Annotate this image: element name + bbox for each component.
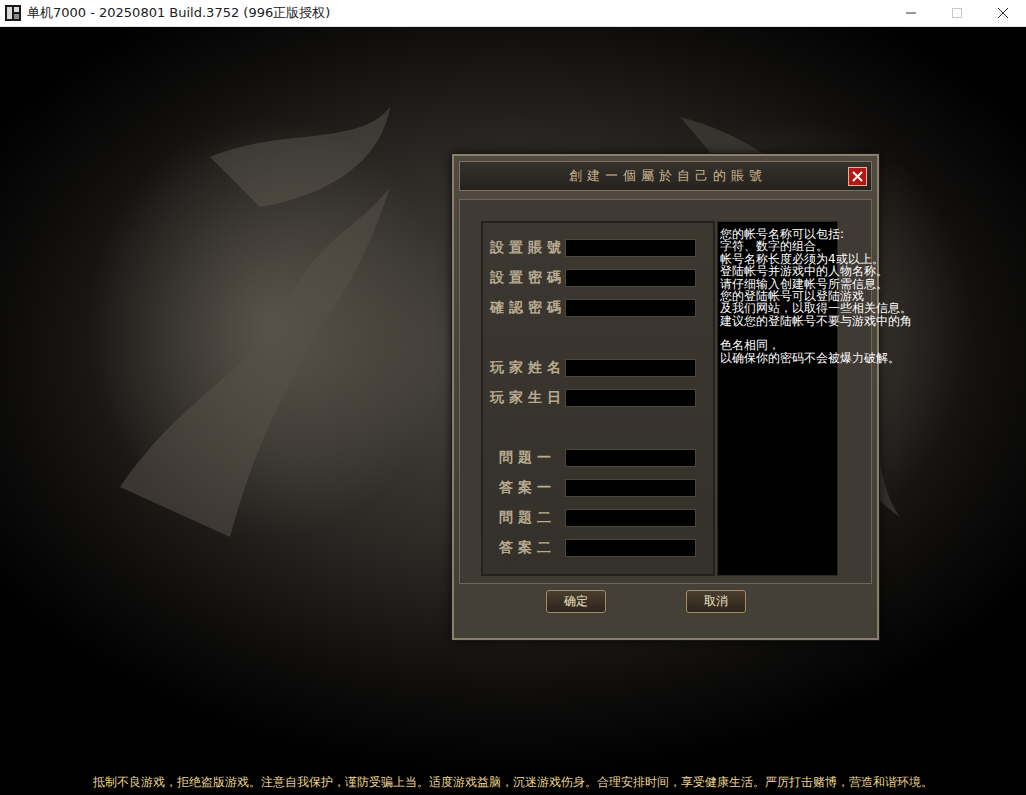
info-paragraph: 色名相同，以确保你的密码不会被爆力破解。: [720, 339, 912, 364]
window-titlebar: 单机7000 - 20250801 Build.3752 (996正版授权): [0, 0, 1026, 27]
text-field[interactable]: [565, 269, 696, 287]
field-group: 問題一答案一問題二答案二: [483, 443, 713, 563]
health-notice: 抵制不良游戏，拒绝盗版游戏。注意自我保护，谨防受骗上当。适度游戏益脑，沉迷游戏伤…: [0, 770, 1026, 795]
dialog-titlebar: 創建一個屬於自己的賬號: [459, 161, 872, 191]
close-button[interactable]: [980, 0, 1026, 26]
text-field[interactable]: [565, 539, 696, 557]
form-row: 答案一: [483, 473, 713, 503]
field-spacer: [483, 413, 713, 443]
info-line: 色名相同，: [720, 339, 912, 351]
info-line: 建议您的登陆帐号不要与游戏中的角: [720, 315, 912, 327]
text-field[interactable]: [565, 239, 696, 257]
text-field[interactable]: [565, 449, 696, 467]
field-spacer: [483, 323, 713, 353]
field-label: 答案二: [485, 539, 565, 557]
form-row: 設置密碼: [483, 263, 713, 293]
cancel-button[interactable]: 取消: [686, 590, 746, 613]
text-field[interactable]: [565, 389, 696, 407]
window-controls: [888, 0, 1026, 26]
field-group: 設置賬號設置密碼確認密碼: [483, 233, 713, 323]
form-row: 設置賬號: [483, 233, 713, 263]
field-label: 確認密碼: [485, 299, 565, 317]
game-background: 創建一個屬於自己的賬號設置賬號設置密碼確認密碼玩家姓名玩家生日問題一答案一問題二…: [0, 27, 1026, 795]
info-text: 您的帐号名称可以包括:字符、数字的组合。帐号名称长度必须为4或以上。登陆帐号并游…: [720, 228, 912, 376]
field-label: 設置賬號: [485, 239, 565, 257]
text-field[interactable]: [565, 479, 696, 497]
field-label: 問題二: [485, 509, 565, 527]
form-row: 確認密碼: [483, 293, 713, 323]
form-panel: 設置賬號設置密碼確認密碼玩家姓名玩家生日問題一答案一問題二答案二: [481, 221, 715, 576]
info-line: 以确保你的密码不会被爆力破解。: [720, 352, 912, 364]
minimize-icon: [906, 8, 916, 18]
info-line: 及我们网站，以取得一些相关信息。: [720, 302, 912, 314]
field-label: 設置密碼: [485, 269, 565, 287]
create-account-dialog: 創建一個屬於自己的賬號設置賬號設置密碼確認密碼玩家姓名玩家生日問題一答案一問題二…: [452, 154, 879, 640]
info-panel: 您的帐号名称可以包括:字符、数字的组合。帐号名称长度必须为4或以上。登陆帐号并游…: [717, 221, 838, 576]
info-line: 登陆帐号并游戏中的人物名称。: [720, 265, 912, 277]
maximize-icon: [952, 8, 962, 18]
app-icon: [5, 5, 21, 21]
close-icon: [852, 171, 863, 182]
form-row: 玩家生日: [483, 383, 713, 413]
form-row: 問題一: [483, 443, 713, 473]
field-label: 答案一: [485, 479, 565, 497]
field-label: 玩家生日: [485, 389, 565, 407]
text-field[interactable]: [565, 509, 696, 527]
window-title: 单机7000 - 20250801 Build.3752 (996正版授权): [27, 4, 888, 22]
info-line: 请仔细输入创建帐号所需信息。: [720, 278, 912, 290]
form-row: 玩家姓名: [483, 353, 713, 383]
minimize-button[interactable]: [888, 0, 934, 26]
close-icon: [998, 8, 1008, 18]
text-field[interactable]: [565, 359, 696, 377]
form-row: 答案二: [483, 533, 713, 563]
dialog-title: 創建一個屬於自己的賬號: [564, 167, 767, 185]
info-line: 您的帐号名称可以包括:: [720, 228, 912, 240]
dialog-buttons: 确定 取消: [459, 590, 872, 613]
field-label: 玩家姓名: [485, 359, 565, 377]
form-row: 問題二: [483, 503, 713, 533]
info-line: 字符、数字的组合。: [720, 240, 912, 252]
maximize-button[interactable]: [934, 0, 980, 26]
text-field[interactable]: [565, 299, 696, 317]
info-line: 您的登陆帐号可以登陆游戏: [720, 290, 912, 302]
info-paragraph: 您的帐号名称可以包括:字符、数字的组合。帐号名称长度必须为4或以上。登陆帐号并游…: [720, 228, 912, 327]
field-group: 玩家姓名玩家生日: [483, 353, 713, 413]
dialog-close-button[interactable]: [848, 167, 867, 186]
dragon-left-art: [60, 67, 420, 587]
dialog-body: 設置賬號設置密碼確認密碼玩家姓名玩家生日問題一答案一問題二答案二您的帐号名称可以…: [459, 199, 872, 584]
confirm-button[interactable]: 确定: [546, 590, 606, 613]
field-label: 問題一: [485, 449, 565, 467]
info-line: 帐号名称长度必须为4或以上。: [720, 253, 912, 265]
